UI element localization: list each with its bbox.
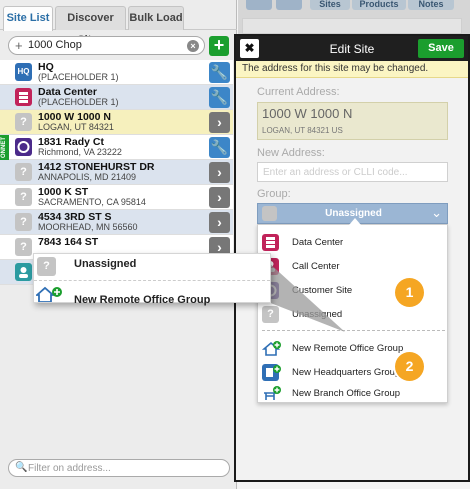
annotation-badge-1: 1	[395, 278, 424, 307]
annotation-badge-2: 2	[395, 352, 424, 381]
callout-pointer	[268, 262, 345, 332]
callout-item-new-remote: New Remote Office Group	[74, 294, 211, 306]
callout-item-unassigned: Unassigned	[74, 258, 137, 270]
new-remote-office-icon	[34, 286, 64, 305]
unassigned-icon: ?	[37, 257, 56, 276]
callout-balloon: ? Unassigned New Remote Office Group	[33, 253, 271, 306]
callout-divider	[34, 280, 270, 281]
